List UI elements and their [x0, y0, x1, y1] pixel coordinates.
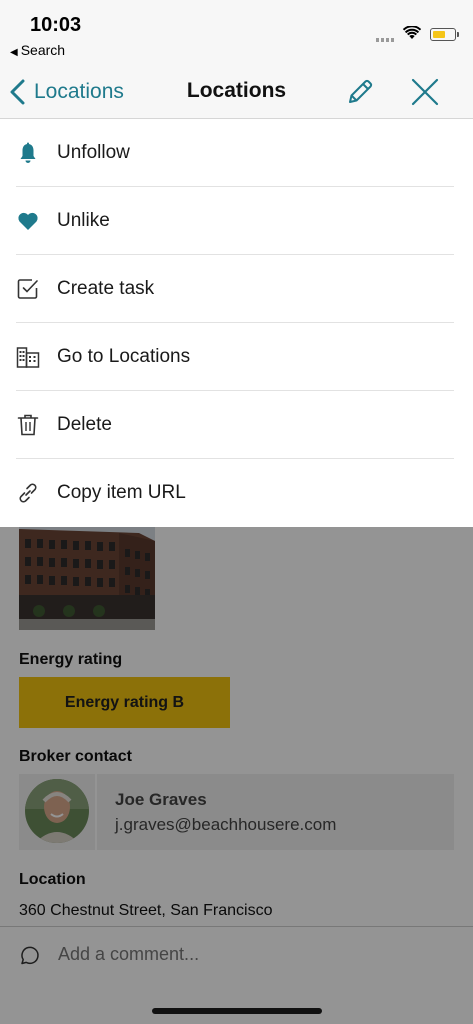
status-bar: 10:03 ◀ Search [0, 0, 473, 64]
task-checkbox-icon [17, 279, 38, 299]
dim-overlay[interactable] [0, 527, 473, 1024]
item-actions-menu: Unfollow Unlike Create task Go to Locati… [0, 119, 473, 527]
home-indicator[interactable] [152, 1008, 322, 1014]
menu-item-unlike[interactable]: Unlike [0, 187, 473, 255]
wifi-icon [403, 26, 421, 39]
close-icon[interactable] [409, 76, 441, 108]
menu-item-go-to-locations[interactable]: Go to Locations [0, 323, 473, 391]
status-time: 10:03 [30, 14, 82, 36]
menu-item-delete[interactable]: Delete [0, 391, 473, 459]
cellular-signal-icon [376, 34, 396, 42]
menu-item-label: Copy item URL [57, 482, 186, 503]
menu-item-label: Create task [57, 278, 155, 299]
back-app-label: Search [20, 42, 66, 58]
menu-item-label: Delete [57, 414, 112, 435]
heart-icon [18, 212, 38, 230]
bell-icon [20, 142, 36, 163]
menu-item-label: Unlike [57, 210, 110, 231]
navigation-bar: Locations Locations [0, 64, 473, 119]
trash-icon [17, 414, 39, 436]
buildings-icon [16, 347, 40, 368]
menu-item-create-task[interactable]: Create task [0, 255, 473, 323]
back-to-app-link[interactable]: ◀ Search [10, 42, 65, 58]
battery-icon [430, 28, 456, 41]
menu-item-unfollow[interactable]: Unfollow [0, 119, 473, 187]
back-triangle-icon: ◀ [10, 47, 18, 58]
menu-item-label: Unfollow [57, 142, 130, 163]
link-icon [19, 483, 37, 503]
menu-item-label: Go to Locations [57, 346, 191, 367]
menu-item-copy-url[interactable]: Copy item URL [0, 459, 473, 527]
pencil-edit-icon[interactable] [344, 76, 376, 108]
page-title: Locations [186, 79, 287, 102]
